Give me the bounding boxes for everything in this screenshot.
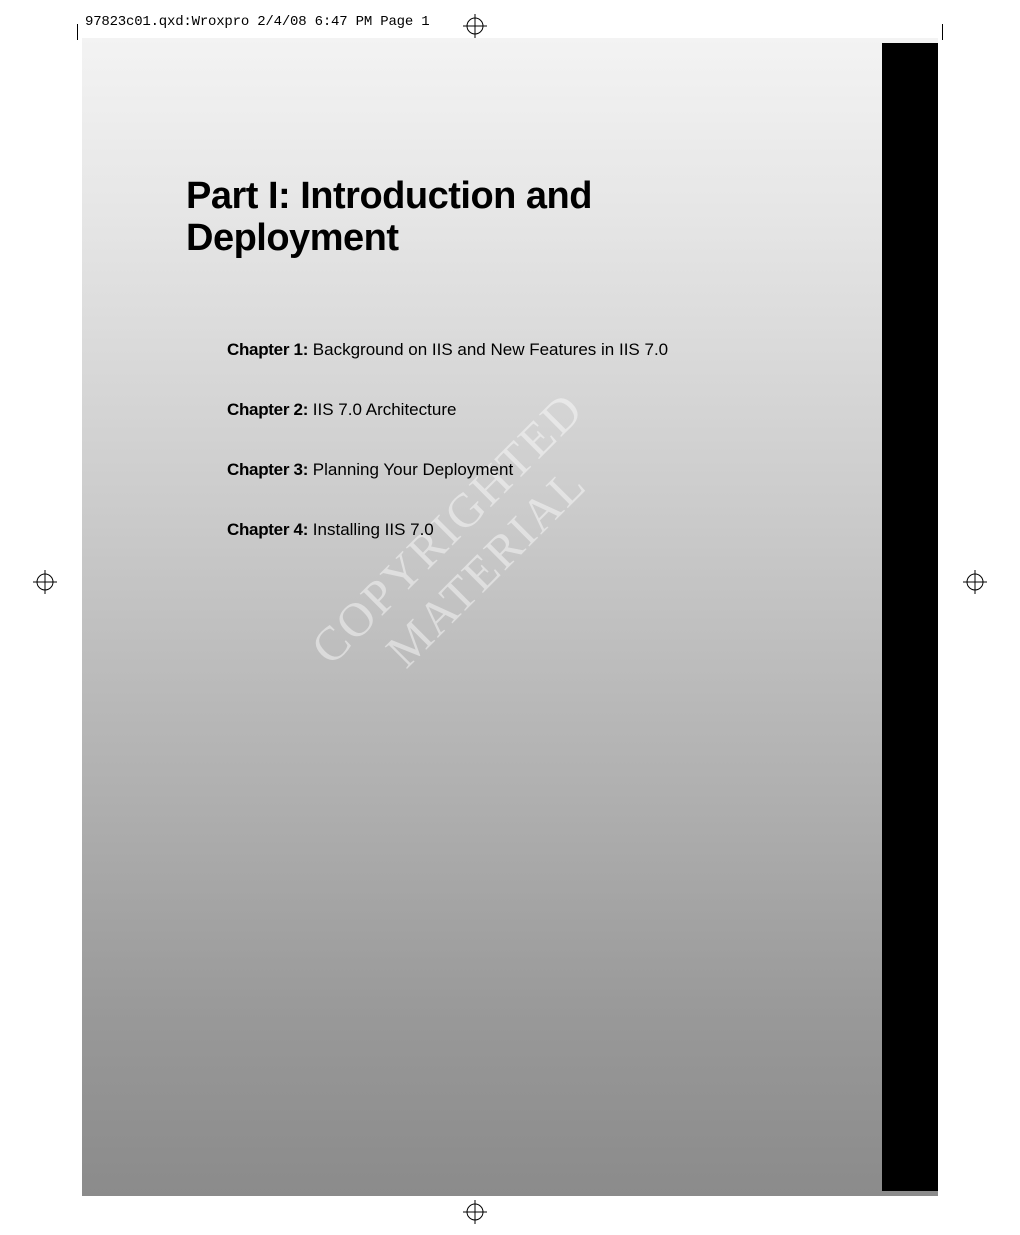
- chapter-entry: Chapter 2: IIS 7.0 Architecture: [227, 400, 787, 420]
- side-black-bar: [882, 43, 938, 1191]
- registration-mark-left-icon: [33, 570, 57, 594]
- crop-tick-top-left-icon: [77, 24, 78, 40]
- registration-mark-bottom-icon: [463, 1200, 487, 1224]
- chapter-entry: Chapter 1: Background on IIS and New Fea…: [227, 340, 787, 360]
- chapter-label: Chapter 2:: [227, 400, 308, 419]
- crop-tick-top-right-icon: [942, 24, 943, 40]
- chapter-label: Chapter 4:: [227, 520, 308, 539]
- chapter-title: Background on IIS and New Features in II…: [308, 340, 668, 359]
- page-content: COPYRIGHTED MATERIAL Part I: Introductio…: [82, 38, 938, 1196]
- print-header-slug: 97823c01.qxd:Wroxpro 2/4/08 6:47 PM Page…: [85, 14, 429, 30]
- chapter-title: Installing IIS 7.0: [308, 520, 434, 539]
- chapter-label: Chapter 3:: [227, 460, 308, 479]
- part-title: Part I: Introduction and Deployment: [186, 176, 746, 260]
- chapter-title: Planning Your Deployment: [308, 460, 513, 479]
- chapter-list: Chapter 1: Background on IIS and New Fea…: [227, 340, 787, 580]
- chapter-title: IIS 7.0 Architecture: [308, 400, 456, 419]
- chapter-entry: Chapter 3: Planning Your Deployment: [227, 460, 787, 480]
- registration-mark-top-icon: [463, 14, 487, 38]
- registration-mark-right-icon: [963, 570, 987, 594]
- chapter-label: Chapter 1:: [227, 340, 308, 359]
- chapter-entry: Chapter 4: Installing IIS 7.0: [227, 520, 787, 540]
